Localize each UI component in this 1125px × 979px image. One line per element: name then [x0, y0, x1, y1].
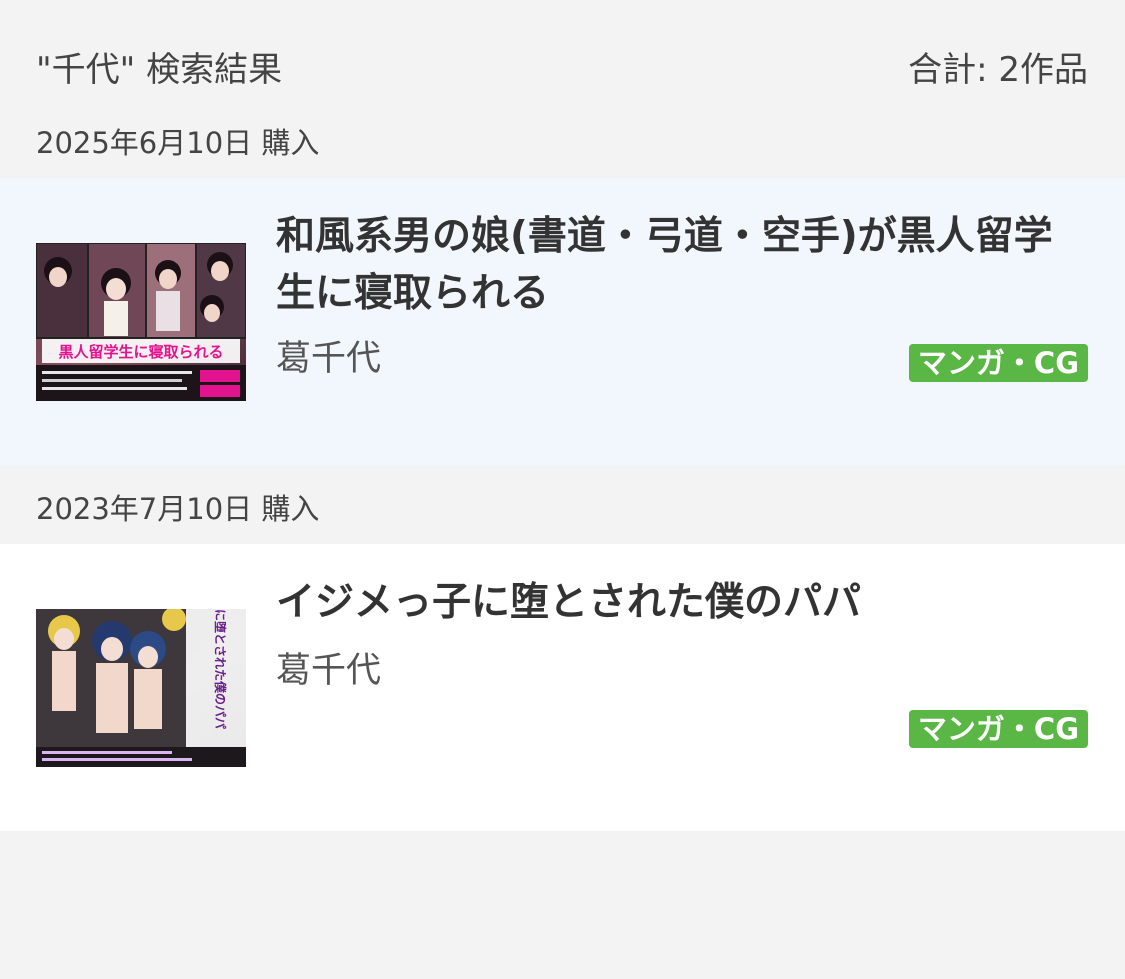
category-badge: マンガ・CG [908, 710, 1088, 748]
work-title[interactable]: 和風系男の娘(書道・弓道・空手)が黒人留学生に寝取られる [276, 208, 1076, 322]
thumbnail-caption: 黒人留学生に寝取られる [58, 343, 223, 361]
work-author[interactable]: 葛千代 [276, 642, 381, 693]
purchase-date-header: 2023年7月10日 購入 [36, 492, 320, 526]
purchase-date-header: 2025年6月10日 購入 [36, 126, 320, 160]
work-thumbnail[interactable]: イジメっ子に堕とされた僕のパパ [36, 609, 246, 767]
purchased-work-item[interactable]: 黒人留学生に寝取られる 和風系男の娘(書道・弓道・空手)が黒人留学生に寝取られる… [0, 178, 1125, 465]
work-thumbnail[interactable]: 黒人留学生に寝取られる [36, 243, 246, 401]
work-title[interactable]: イジメっ子に堕とされた僕のパパ [276, 574, 1076, 631]
purchased-work-item[interactable]: イジメっ子に堕とされた僕のパパ イジメっ子に堕とされた僕のパパ 葛千代 マンガ・… [0, 544, 1125, 831]
work-author[interactable]: 葛千代 [276, 330, 381, 381]
thumbnail-caption: イジメっ子に堕とされた僕のパパ [213, 609, 228, 729]
category-badge: マンガ・CG [908, 344, 1088, 382]
results-total-count: 合計: 2作品 [908, 49, 1088, 90]
work-thumbnail-image: イジメっ子に堕とされた僕のパパ [36, 609, 246, 767]
work-thumbnail-image: 黒人留学生に寝取られる [36, 243, 246, 401]
search-results-title: "千代" 検索結果 [36, 49, 283, 90]
search-results-header: "千代" 検索結果 合計: 2作品 [36, 38, 1088, 94]
